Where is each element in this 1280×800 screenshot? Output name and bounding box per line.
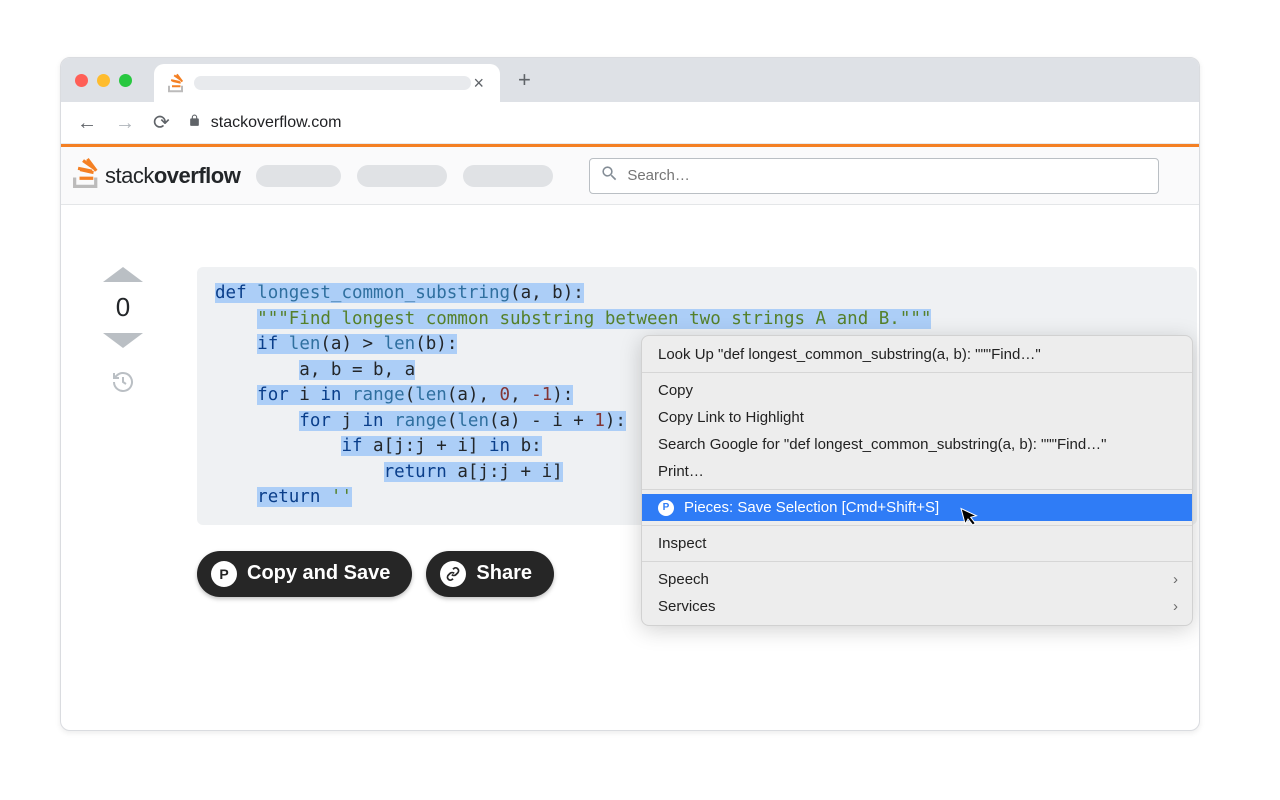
stackoverflow-favicon-icon [168, 75, 184, 91]
minimize-icon[interactable] [97, 74, 110, 87]
pieces-icon: P [658, 500, 674, 516]
search-input[interactable] [627, 167, 1148, 184]
maximize-icon[interactable] [119, 74, 132, 87]
downvote-icon[interactable] [103, 333, 143, 348]
address-bar[interactable]: stackoverflow.com [188, 113, 1183, 133]
menu-services[interactable]: Services› [642, 593, 1192, 620]
traffic-lights [75, 74, 132, 87]
pieces-icon: P [211, 561, 237, 587]
stackoverflow-logo[interactable]: stackoverflow [73, 158, 240, 193]
menu-lookup[interactable]: Look Up "def longest_common_substring(a,… [642, 341, 1192, 368]
stackoverflow-header: stackoverflow [61, 147, 1199, 205]
menu-separator [642, 489, 1192, 490]
forward-icon[interactable]: → [115, 113, 135, 133]
copy-and-save-button[interactable]: P Copy and Save [197, 551, 412, 597]
stackoverflow-logo-text: stackoverflow [105, 163, 240, 189]
link-icon [440, 561, 466, 587]
browser-window: × + ← → ⟳ stackoverflow.com stackoverflo… [60, 57, 1200, 731]
url-bar: ← → ⟳ stackoverflow.com [61, 102, 1199, 144]
tab-strip: × + [61, 58, 1199, 102]
search-icon [600, 164, 619, 188]
menu-copy[interactable]: Copy [642, 377, 1192, 404]
url-text: stackoverflow.com [211, 114, 342, 132]
menu-print[interactable]: Print… [642, 458, 1192, 485]
reload-icon[interactable]: ⟳ [153, 113, 170, 133]
chevron-right-icon: › [1173, 598, 1178, 615]
vote-count: 0 [116, 292, 130, 323]
content-area: 0 def longest_common_substring(a, b): ""… [61, 205, 1199, 627]
back-icon[interactable]: ← [77, 113, 97, 133]
browser-tab[interactable]: × [154, 64, 500, 102]
menu-pieces-save-selection[interactable]: P Pieces: Save Selection [Cmd+Shift+S] [642, 494, 1192, 521]
share-button[interactable]: Share [426, 551, 554, 597]
context-menu: Look Up "def longest_common_substring(a,… [641, 335, 1193, 626]
nav-pill[interactable] [357, 165, 447, 187]
menu-separator [642, 525, 1192, 526]
nav-pill[interactable] [463, 165, 553, 187]
menu-separator [642, 372, 1192, 373]
menu-speech[interactable]: Speech› [642, 566, 1192, 593]
close-icon[interactable] [75, 74, 88, 87]
new-tab-icon[interactable]: + [518, 67, 531, 93]
menu-separator [642, 561, 1192, 562]
history-icon[interactable] [111, 370, 135, 399]
lock-icon [188, 113, 201, 133]
tab-title-placeholder [194, 76, 471, 90]
menu-search-google[interactable]: Search Google for "def longest_common_su… [642, 431, 1192, 458]
menu-copy-link-highlight[interactable]: Copy Link to Highlight [642, 404, 1192, 431]
upvote-icon[interactable] [103, 267, 143, 282]
search-box[interactable] [589, 158, 1159, 194]
vote-column: 0 [99, 267, 147, 399]
nav-pill[interactable] [256, 165, 341, 187]
menu-inspect[interactable]: Inspect [642, 530, 1192, 557]
chevron-right-icon: › [1173, 571, 1178, 588]
stackoverflow-logo-icon [73, 158, 99, 193]
tab-close-icon[interactable]: × [471, 73, 486, 94]
